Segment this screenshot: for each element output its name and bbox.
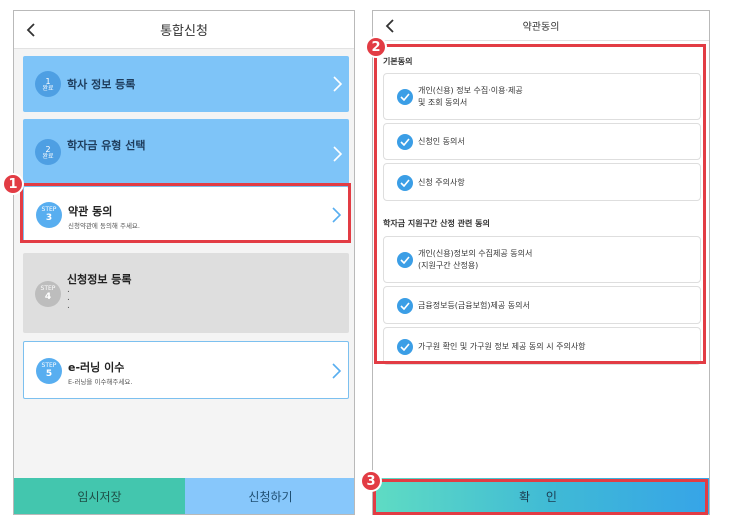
top-bar: 약관동의 — [373, 11, 709, 41]
annotation-marker-2: 2 — [365, 36, 387, 58]
page-title: 약관동의 — [522, 22, 560, 33]
save-temp-button[interactable]: 임시저장 — [14, 478, 185, 514]
annotation-marker-1: 1 — [2, 173, 24, 195]
step-badge: STEP 4 — [35, 281, 61, 307]
step-title: e-러닝 이수 — [68, 361, 125, 374]
step-badge: STEP 5 — [36, 358, 62, 384]
step-card-loan-type[interactable]: 2 완료 학자금 유형 선택 — [23, 119, 349, 187]
step-subtitle: E-러닝을 이수해주세요. — [68, 378, 133, 386]
page-title: 통합신청 — [160, 24, 208, 39]
top-bar: 통합신청 — [14, 11, 354, 49]
step-card-e-learning[interactable]: STEP 5 e-러닝 이수 E-러닝을 이수해주세요. — [23, 341, 349, 399]
back-chevron-icon[interactable] — [22, 19, 40, 41]
highlight-box-confirm — [373, 479, 708, 515]
highlight-box-terms — [374, 44, 706, 364]
step-title: 학자금 유형 선택 — [67, 139, 146, 152]
chevron-right-icon — [331, 145, 343, 163]
step-badge: 1 완료 — [35, 71, 61, 97]
step-card-application-info: STEP 4 신청정보 등록 . . . — [23, 253, 349, 333]
step-badge: 2 완료 — [35, 139, 61, 165]
back-chevron-icon[interactable] — [381, 15, 399, 37]
apply-button[interactable]: 신청하기 — [185, 478, 354, 514]
step-subtitle: . . . — [67, 285, 70, 311]
highlight-box-step3 — [20, 183, 351, 243]
step-title: 신청정보 등록 — [67, 273, 132, 286]
chevron-right-icon — [331, 75, 343, 93]
integrated-application-screen: 통합신청 1 완료 학사 정보 등록 2 완료 학자금 유형 선택 STEP 3… — [13, 10, 355, 515]
step-card-academic-info[interactable]: 1 완료 학사 정보 등록 — [23, 56, 349, 112]
chevron-right-icon — [330, 362, 342, 380]
step-title: 학사 정보 등록 — [67, 78, 136, 91]
annotation-marker-3: 3 — [360, 470, 382, 492]
